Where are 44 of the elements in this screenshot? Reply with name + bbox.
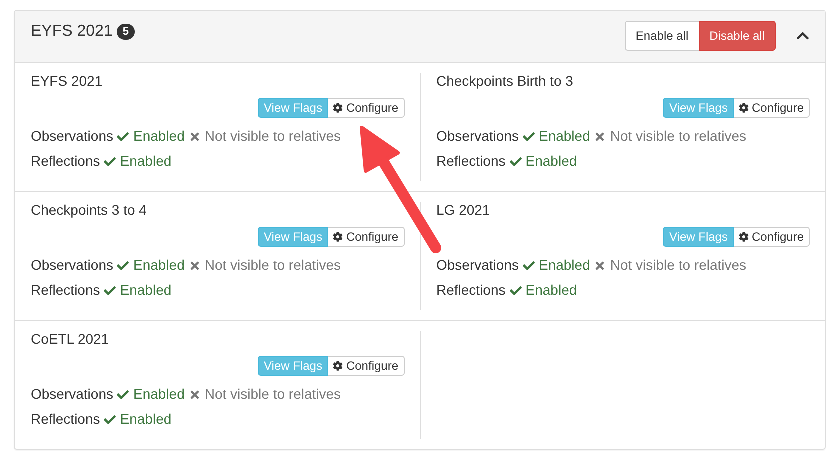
flag-status: Enabled [526, 281, 578, 300]
flag-status: Not visible to relatives [610, 256, 747, 275]
flag-status: Enabled [538, 127, 590, 146]
flag-status: Enabled [133, 127, 185, 146]
flag-status: Not visible to relatives [204, 256, 342, 275]
flag-status: Enabled [120, 410, 172, 429]
module-title: CoETL 2021 [31, 330, 110, 349]
flag-status: Not visible to relatives [204, 127, 342, 146]
flag-status: Enabled [133, 385, 185, 404]
setting-label: Reflections [436, 152, 506, 171]
flag-status: Enabled [120, 152, 172, 171]
setting-label: Observations [31, 127, 114, 146]
setting-label: Observations [436, 127, 519, 146]
disable-all-button[interactable]: Disable all [698, 21, 776, 51]
flag-status: Enabled [133, 256, 185, 275]
setting-label: Reflections [436, 281, 506, 300]
flag-status: Enabled [526, 152, 578, 171]
module-title: LG 2021 [436, 201, 492, 220]
setting-label: Observations [31, 256, 114, 275]
count-badge: 5 [116, 24, 135, 40]
enable-all-button[interactable]: Enable all [624, 21, 700, 51]
setting-label: Observations [436, 256, 519, 275]
setting-label: Observations [31, 385, 114, 404]
setting-label: Reflections [31, 410, 100, 429]
configure-button[interactable]: Configure [328, 356, 404, 376]
module-title: EYFS 2021 [31, 72, 104, 91]
flag-status: Enabled [120, 281, 172, 300]
configure-button[interactable]: Configure [328, 227, 404, 247]
module-title: Checkpoints 3 to 4 [31, 201, 148, 220]
configure-button[interactable]: Configure [734, 227, 810, 247]
flag-status: Enabled [538, 256, 590, 275]
gear-icon [738, 232, 749, 242]
flag-status: Not visible to relatives [610, 127, 747, 146]
gear-icon [333, 232, 344, 242]
gear-icon [333, 103, 344, 113]
configure-button[interactable]: Configure [734, 98, 810, 118]
module-title: Checkpoints Birth to 3 [436, 72, 574, 91]
gear-icon [738, 103, 749, 113]
flag-status: Not visible to relatives [204, 385, 342, 404]
setting-label: Reflections [31, 281, 100, 300]
configure-button[interactable]: Configure [328, 98, 404, 118]
setting-label: Reflections [31, 152, 100, 171]
panel-title: EYFS 2021 [31, 23, 113, 41]
gear-icon [333, 361, 344, 371]
